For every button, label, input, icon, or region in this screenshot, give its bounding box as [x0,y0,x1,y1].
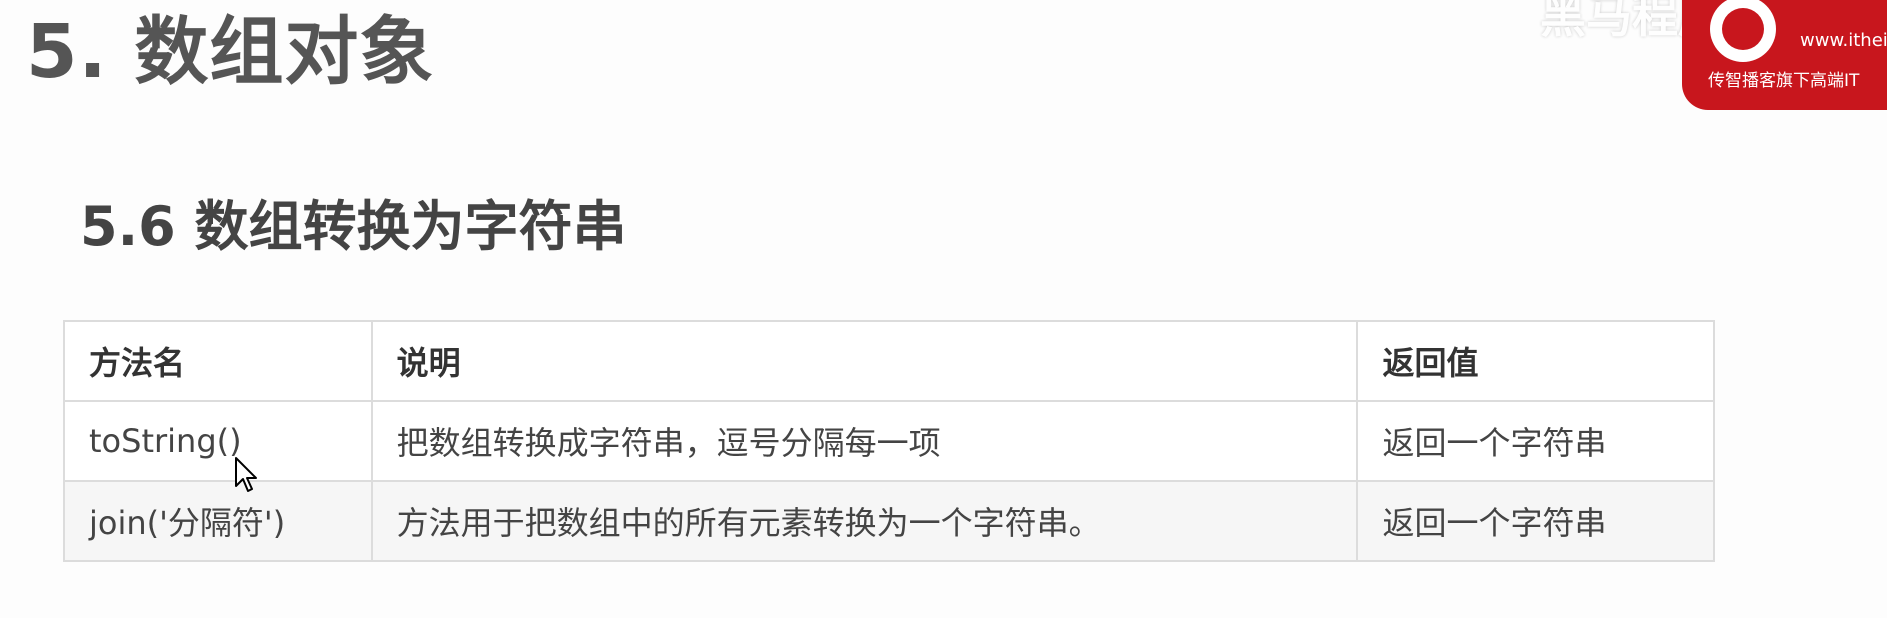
arrow-cursor-icon [235,457,257,492]
table-row: toString() 把数组转换成字符串，逗号分隔每一项 返回一个字符串 [63,400,1715,482]
cell-description: 方法用于把数组中的所有元素转换为一个字符串。 [370,480,1359,562]
header-method-name: 方法名 [63,320,373,402]
brand-logo-badge: www.itheima 传智播客旗下高端IT [1682,0,1887,110]
brand-logo-slogan: 传智播客旗下高端IT [1708,71,1860,91]
header-description: 说明 [370,320,1359,402]
cell-return-value: 返回一个字符串 [1356,480,1715,562]
table-row: join('分隔符') 方法用于把数组中的所有元素转换为一个字符串。 返回一个字… [63,480,1715,562]
page-title: 5. 数组对象 [26,9,435,95]
table-header-row: 方法名 说明 返回值 [63,320,1715,402]
methods-table: 方法名 说明 返回值 toString() 把数组转换成字符串，逗号分隔每一项 … [63,320,1715,562]
cell-method-name: join('分隔符') [63,480,373,562]
cell-return-value: 返回一个字符串 [1356,400,1715,482]
header-return-value: 返回值 [1356,320,1715,402]
brand-logo-url: www.itheima [1800,30,1887,51]
cell-description: 把数组转换成字符串，逗号分隔每一项 [370,400,1359,482]
section-title: 5.6 数组转换为字符串 [80,195,627,258]
brand-logo-icon [1710,0,1776,62]
cell-method-name: toString() [63,400,373,482]
